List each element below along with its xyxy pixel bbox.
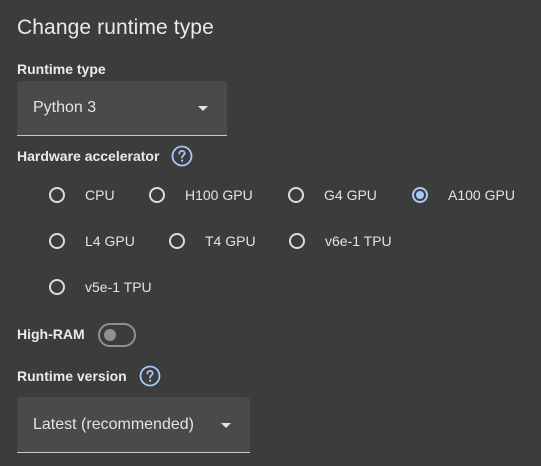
radio-label: v5e-1 TPU: [85, 279, 152, 295]
radio-circle-icon: [49, 233, 65, 249]
radio-circle-icon: [169, 233, 185, 249]
runtime-version-heading: Runtime version: [17, 365, 161, 387]
radio-circle-icon: [149, 187, 165, 203]
help-icon[interactable]: [139, 365, 161, 387]
radio-t4-gpu[interactable]: T4 GPU: [169, 233, 256, 249]
toggle-knob: [104, 329, 116, 341]
radio-label: A100 GPU: [448, 187, 515, 203]
radio-label: G4 GPU: [324, 187, 377, 203]
radio-label: H100 GPU: [185, 187, 253, 203]
hardware-accelerator-heading: Hardware accelerator: [17, 145, 193, 167]
radio-circle-icon: [288, 187, 304, 203]
hardware-accelerator-label: Hardware accelerator: [17, 148, 160, 164]
high-ram-label: High-RAM: [17, 326, 85, 342]
runtime-version-value: Latest (recommended): [33, 415, 194, 433]
radio-label: T4 GPU: [205, 233, 256, 249]
runtime-type-select[interactable]: Python 3: [17, 81, 227, 136]
help-icon[interactable]: [171, 145, 193, 167]
radio-g4-gpu[interactable]: G4 GPU: [288, 187, 377, 203]
radio-l4-gpu[interactable]: L4 GPU: [49, 233, 135, 249]
radio-circle-icon: [289, 233, 305, 249]
radio-v5e-1-tpu[interactable]: v5e-1 TPU: [49, 279, 152, 295]
runtime-version-label: Runtime version: [17, 368, 127, 384]
runtime-type-label: Runtime type: [17, 61, 106, 77]
radio-circle-icon: [49, 187, 65, 203]
dialog-title: Change runtime type: [17, 16, 214, 39]
radio-circle-icon: [49, 279, 65, 295]
change-runtime-dialog: Change runtime type Runtime type Python …: [0, 0, 541, 466]
high-ram-toggle[interactable]: [98, 323, 136, 347]
radio-cpu[interactable]: CPU: [49, 187, 115, 203]
runtime-version-select[interactable]: Latest (recommended): [17, 397, 250, 453]
radio-label: CPU: [85, 187, 115, 203]
radio-a100-gpu[interactable]: A100 GPU: [412, 187, 515, 203]
dropdown-arrow-icon: [198, 106, 208, 111]
runtime-type-value: Python 3: [33, 99, 97, 116]
radio-v6e-1-tpu[interactable]: v6e-1 TPU: [289, 233, 392, 249]
radio-circle-icon: [412, 187, 428, 203]
radio-h100-gpu[interactable]: H100 GPU: [149, 187, 253, 203]
dropdown-arrow-icon: [221, 422, 231, 428]
radio-label: L4 GPU: [85, 233, 135, 249]
radio-label: v6e-1 TPU: [325, 233, 392, 249]
